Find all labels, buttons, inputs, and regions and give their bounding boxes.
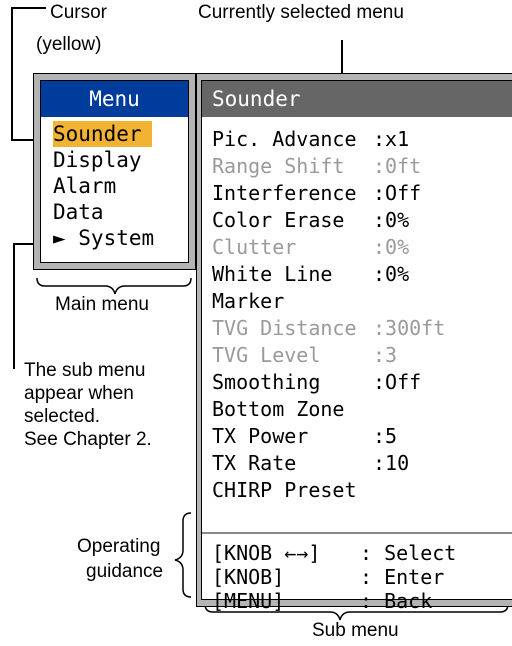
submenu-note-line-2: appear when <box>24 383 134 404</box>
sub-menu-item-name: Color Erase <box>212 208 345 232</box>
guidance-action: : Back <box>360 589 433 613</box>
sub-menu-item-name: TX Rate <box>212 451 297 475</box>
sub-menu-item-value: :Off <box>373 370 422 394</box>
operating-callout: Operating <box>77 536 161 557</box>
sub-menu-item-value: :0% <box>373 208 410 232</box>
guidance-key: [KNOB] <box>212 565 285 589</box>
sub-menu-item[interactable]: Marker <box>212 289 512 313</box>
sub-menu-item: Range Shift :0ft <box>212 154 512 178</box>
cursor-callout: Cursor <box>50 2 108 23</box>
main-menu-brace <box>36 277 192 295</box>
main-menu-item-display[interactable]: Display <box>53 147 142 173</box>
guidance-key: [KNOB ←→] <box>212 541 321 565</box>
sub-menu-item-value: :0% <box>373 235 410 259</box>
sub-menu-item-name: Interference <box>212 181 357 205</box>
main-menu-title: Menu <box>41 81 188 117</box>
guidance-key: [MENU] <box>212 589 285 613</box>
sub-menu-item: TVG Distance :300ft <box>212 316 512 340</box>
sub-menu-item-name: Marker <box>212 289 285 313</box>
sub-menu-item-name: Clutter <box>212 235 297 259</box>
sub-menu-item-value: :Off <box>373 181 422 205</box>
sub-menu-item: TVG Level :3 <box>212 343 512 367</box>
sub-menu-item-name: TVG Distance <box>212 316 357 340</box>
sub-menu-item-value: :10 <box>373 451 410 475</box>
sub-menu-item-value: :0% <box>373 262 410 286</box>
guidance-row: [KNOB ←→] : Select <box>212 541 512 565</box>
sub-menu-callout: Sub menu <box>312 620 399 641</box>
sub-menu-item-name: TVG Level <box>212 343 321 367</box>
guidance-row: [MENU] : Back <box>212 589 512 613</box>
submenu-note-line-1: The sub menu <box>24 360 146 381</box>
sub-menu-item[interactable]: TX Power :5 <box>212 424 512 448</box>
main-menu-window: Menu Sounder Display Alarm Data ► System <box>40 80 189 263</box>
guidance-row: [KNOB] : Enter <box>212 565 512 589</box>
guidance-action: : Enter <box>360 565 445 589</box>
sub-menu-item-value: :300ft <box>373 316 446 340</box>
sub-menu-window: Sounder Pic. Advance :x1 Range Shift :0ft In… <box>201 80 512 613</box>
sub-menu-item[interactable]: Interference :Off <box>212 181 512 205</box>
sub-menu-item-name: TX Power <box>212 424 309 448</box>
current-menu-callout: Currently selected menu <box>198 2 404 23</box>
main-menu-item-sounder[interactable]: Sounder <box>53 121 152 147</box>
sub-menu-item: Clutter :0% <box>212 235 512 259</box>
guidance-brace <box>174 512 192 598</box>
main-menu-item-alarm[interactable]: Alarm <box>53 173 116 199</box>
sub-menu-item-name: Range Shift <box>212 154 345 178</box>
sub-menu-item-value: :3 <box>373 343 398 367</box>
guidance-callout: guidance <box>86 561 164 582</box>
main-menu-panel: Menu Sounder Display Alarm Data ► System <box>33 73 196 270</box>
sub-menu-item-name: Pic. Advance <box>212 127 357 151</box>
sub-menu-divider <box>202 532 512 534</box>
sub-menu-item-name: CHIRP Preset <box>212 478 357 502</box>
sub-menu-item-name: Bottom Zone <box>212 397 345 421</box>
sub-menu-item[interactable]: Pic. Advance :x1 <box>212 127 512 151</box>
submenu-note-line-3: selected. <box>24 406 101 427</box>
sub-menu-item-value: :0ft <box>373 154 422 178</box>
sub-menu-item[interactable]: Color Erase :0% <box>212 208 512 232</box>
main-menu-callout: Main menu <box>55 294 149 315</box>
sub-menu-item[interactable]: CHIRP Preset <box>212 478 512 502</box>
sub-menu-item[interactable]: Bottom Zone <box>212 397 512 421</box>
sub-menu-item[interactable]: TX Rate :10 <box>212 451 512 475</box>
guidance-action: : Select <box>360 541 457 565</box>
main-menu-item-system[interactable]: ► System <box>53 225 154 251</box>
sub-menu-panel: Sounder Pic. Advance :x1 Range Shift :0ft In… <box>196 73 512 613</box>
sub-menu-title: Sounder <box>202 81 512 117</box>
sub-menu-item-value: :5 <box>373 424 398 448</box>
sub-menu-item-value: :x1 <box>373 127 410 151</box>
sub-menu-item-name: White Line <box>212 262 333 286</box>
main-menu-item-data[interactable]: Data <box>53 199 104 225</box>
submenu-note-line-4: See Chapter 2. <box>24 429 152 450</box>
sub-menu-item[interactable]: White Line :0% <box>212 262 512 286</box>
cursor-color-callout: (yellow) <box>36 34 102 55</box>
sub-menu-item-name: Smoothing <box>212 370 321 394</box>
sub-menu-item[interactable]: Smoothing :Off <box>212 370 512 394</box>
